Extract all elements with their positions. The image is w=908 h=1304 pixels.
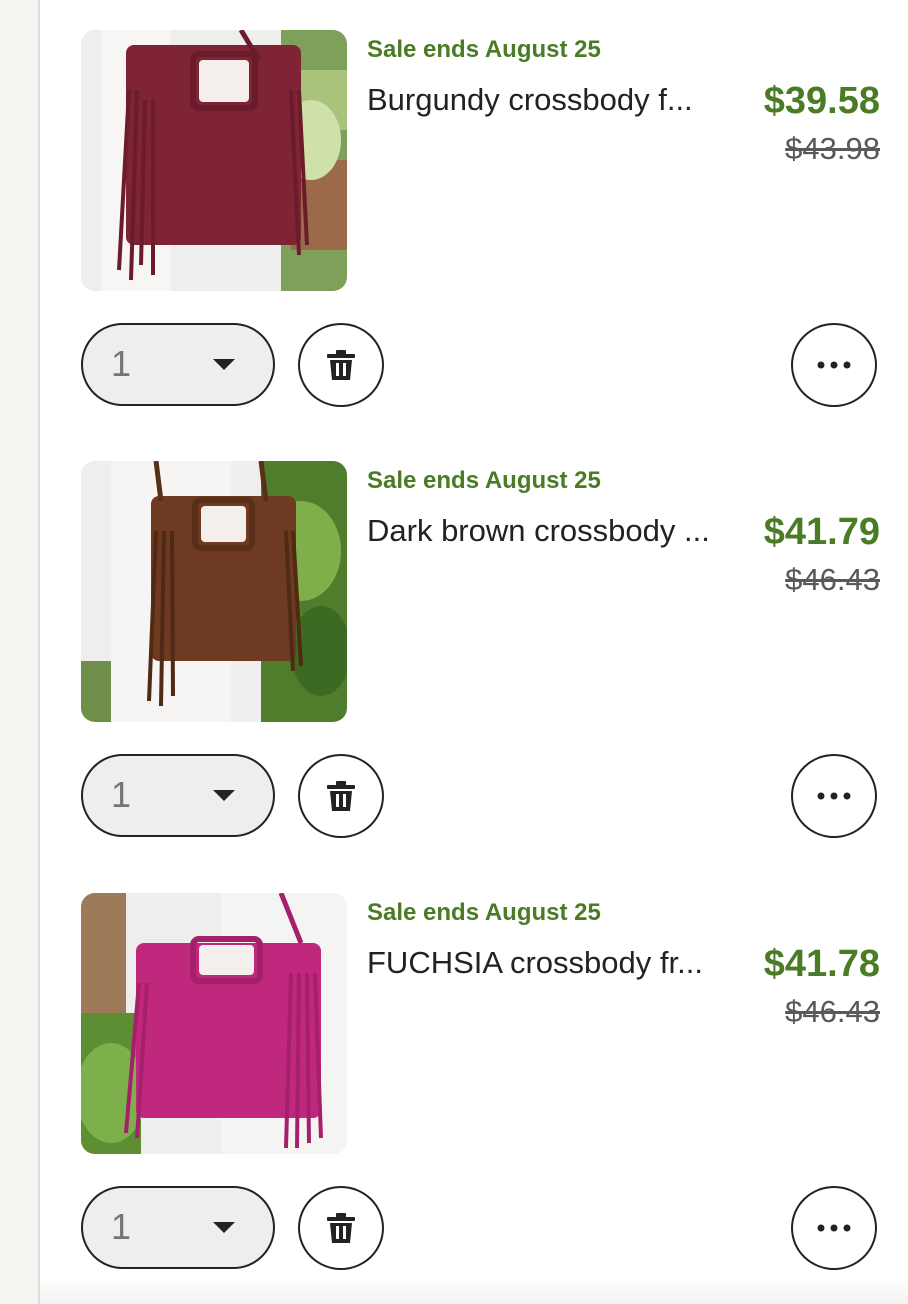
more-options-icon — [817, 361, 851, 369]
original-price: $43.98 — [785, 131, 880, 166]
quantity-select[interactable]: 1 — [81, 323, 275, 406]
product-title[interactable]: FUCHSIA crossbody fr... — [367, 945, 747, 981]
trash-icon — [326, 1212, 356, 1244]
chevron-down-icon — [213, 1222, 235, 1233]
trash-icon — [326, 349, 356, 381]
quantity-value: 1 — [111, 1206, 132, 1247]
original-price: $46.43 — [785, 562, 880, 597]
cart-item: Sale ends August 25 Dark brown crossbody… — [40, 431, 908, 838]
cart-item: Sale ends August 25 FUCHSIA crossbody fr… — [40, 863, 908, 1270]
sale-ends-label: Sale ends August 25 — [367, 899, 601, 926]
quantity-value: 1 — [111, 343, 132, 384]
more-options-button[interactable] — [791, 754, 877, 838]
dark-brown-bag-image — [81, 461, 347, 722]
trash-icon — [326, 780, 356, 812]
chevron-down-icon — [213, 790, 235, 801]
fuchsia-bag-image — [81, 893, 347, 1154]
product-title[interactable]: Dark brown crossbody ... — [367, 513, 747, 549]
sale-ends-label: Sale ends August 25 — [367, 467, 601, 494]
cart-item: Sale ends August 25 Burgundy crossbody f… — [40, 0, 908, 407]
remove-item-button[interactable] — [298, 323, 384, 407]
more-options-button[interactable] — [791, 1186, 877, 1270]
more-options-button[interactable] — [791, 323, 877, 407]
cart-page: Sale ends August 25 Burgundy crossbody f… — [0, 0, 908, 1304]
more-options-icon — [817, 792, 851, 800]
remove-item-button[interactable] — [298, 1186, 384, 1270]
burgundy-bag-image — [81, 30, 347, 291]
product-image-burgundy[interactable] — [81, 30, 347, 291]
bottom-edge — [40, 1276, 908, 1304]
product-title[interactable]: Burgundy crossbody f... — [367, 82, 747, 118]
more-options-icon — [817, 1224, 851, 1232]
product-image-dark-brown[interactable] — [81, 461, 347, 722]
sale-price: $41.79 — [763, 511, 880, 553]
quantity-value: 1 — [111, 774, 132, 815]
chevron-down-icon — [213, 359, 235, 370]
quantity-select[interactable]: 1 — [81, 1186, 275, 1269]
product-image-fuchsia[interactable] — [81, 893, 347, 1154]
original-price: $46.43 — [785, 994, 880, 1029]
sale-ends-label: Sale ends August 25 — [367, 36, 601, 63]
quantity-select[interactable]: 1 — [81, 754, 275, 837]
sale-price: $41.78 — [763, 943, 880, 985]
sale-price: $39.58 — [763, 80, 880, 122]
left-panel-edge — [0, 0, 40, 1304]
remove-item-button[interactable] — [298, 754, 384, 838]
